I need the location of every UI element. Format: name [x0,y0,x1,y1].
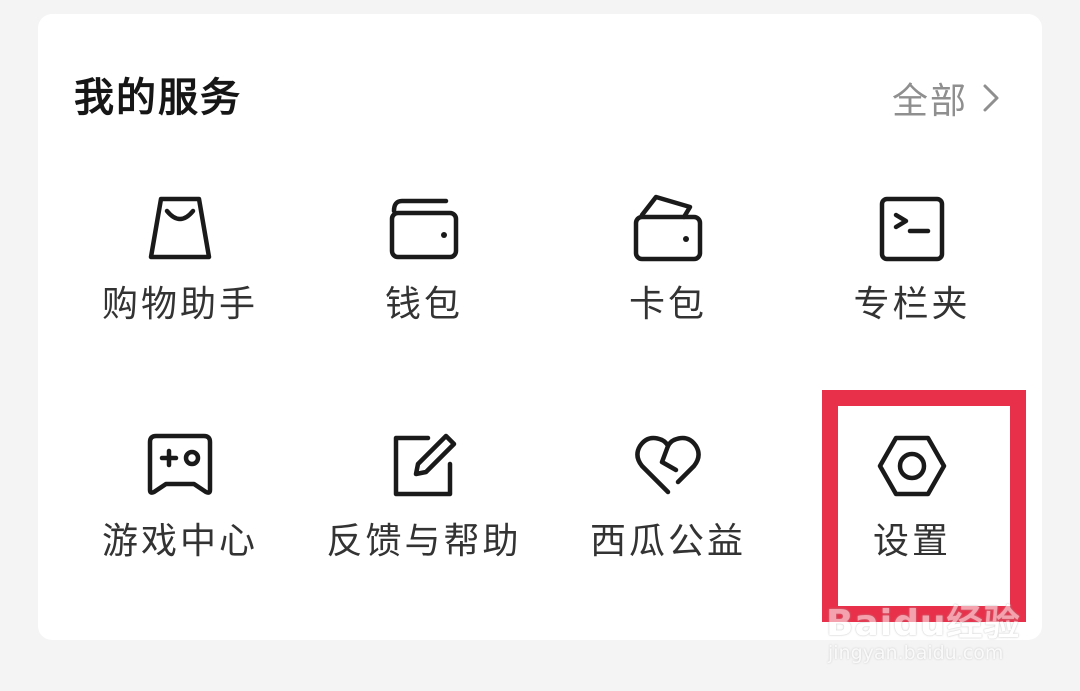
service-xigua-charity[interactable]: 西瓜公益 [548,430,788,580]
edit-feedback-icon [388,430,460,502]
service-label: 钱包 [384,284,463,325]
service-game-center[interactable]: 游戏中心 [60,430,300,580]
service-label: 西瓜公益 [589,521,746,562]
service-label: 游戏中心 [101,521,258,562]
service-label: 专栏夹 [853,284,971,325]
heart-icon [632,430,704,502]
shopping-bag-icon [144,193,216,265]
service-card-holder[interactable]: 卡包 [548,193,788,343]
service-column-folder[interactable]: 专栏夹 [792,193,1032,343]
service-label: 反馈与帮助 [326,521,522,562]
baidu-jingyan-watermark: Baidu经验 jingyan.baidu.com [826,588,1036,678]
gamepad-icon [144,430,216,502]
watermark-main: Baidu经验 [826,603,1021,644]
service-feedback-help[interactable]: 反馈与帮助 [304,430,544,580]
service-shopping-assistant[interactable]: 购物助手 [60,193,300,343]
watermark-sub: jingyan.baidu.com [828,642,1004,664]
service-label: 卡包 [628,284,707,325]
wallet-icon [388,193,460,265]
column-folder-icon [876,193,948,265]
all-services-label: 全部 [891,81,968,122]
section-title: 我的服务 [74,75,242,121]
chevron-right-icon [983,84,999,112]
service-label: 购物助手 [101,284,258,325]
service-settings[interactable]: 设置 [792,430,1032,580]
all-services-link[interactable]: 全部 [892,72,1000,124]
service-wallet[interactable]: 钱包 [304,193,544,343]
service-label: 设置 [872,521,951,562]
card-holder-icon [632,193,704,265]
hex-nut-settings-icon [876,430,948,502]
